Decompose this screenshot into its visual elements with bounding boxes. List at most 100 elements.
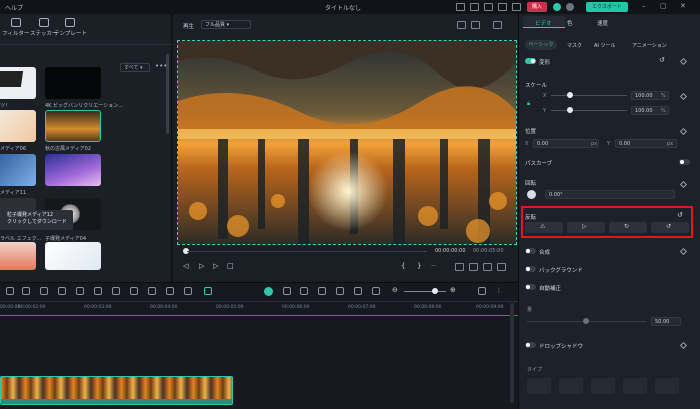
template-tool[interactable]: テンプレート: [54, 18, 87, 37]
layout-icon[interactable]: [484, 3, 493, 11]
ai-icon[interactable]: [184, 287, 192, 295]
zoom-slider[interactable]: [404, 291, 446, 292]
captions-icon[interactable]: [354, 287, 362, 295]
audio-icon[interactable]: [148, 287, 156, 295]
scale-y-slider[interactable]: [551, 110, 627, 111]
record-icon[interactable]: [283, 287, 291, 295]
link-icon[interactable]: [204, 287, 212, 295]
split-icon[interactable]: [76, 287, 84, 295]
rotate-field[interactable]: 0.00°: [545, 190, 675, 199]
ai-credit-icon[interactable]: [553, 3, 561, 11]
play-icon[interactable]: ▷: [213, 262, 218, 270]
tab-speed[interactable]: 速度: [597, 19, 608, 27]
sort-dropdown[interactable]: すべて ▾: [120, 63, 150, 72]
color-icon[interactable]: [130, 287, 138, 295]
stop-icon[interactable]: □: [227, 262, 234, 270]
pos-x-field[interactable]: 0.00: [533, 139, 599, 148]
subtab-animation[interactable]: アニメーション: [632, 42, 667, 49]
shadow-type-1[interactable]: [527, 378, 551, 394]
ratio-icon[interactable]: [471, 21, 480, 29]
speed-icon[interactable]: [112, 287, 120, 295]
reset-transform-icon[interactable]: ↺: [659, 56, 665, 64]
shadow-type-3[interactable]: [591, 378, 615, 394]
mic-icon[interactable]: [318, 287, 326, 295]
upload-icon[interactable]: [456, 3, 465, 11]
fullscreen-icon[interactable]: [498, 3, 507, 11]
media-thumb-10[interactable]: [45, 242, 101, 270]
media-thumb-3[interactable]: [0, 110, 36, 142]
close-icon[interactable]: ✕: [680, 2, 686, 10]
amount-knob[interactable]: [583, 318, 589, 324]
drop-shadow-toggle[interactable]: [525, 342, 536, 348]
shield-icon[interactable]: [300, 287, 308, 295]
keyframe-scale-icon[interactable]: [679, 92, 688, 101]
zoom-in-icon[interactable]: ⊕: [450, 286, 456, 294]
media-thumb-4[interactable]: [45, 110, 101, 142]
scale-y-knob[interactable]: [567, 107, 573, 113]
fullscreen-preview-icon[interactable]: [497, 263, 506, 271]
audio-track-icon[interactable]: [336, 287, 344, 295]
rotate-dial[interactable]: [527, 190, 536, 199]
lock-icon[interactable]: 🔒︎: [527, 100, 530, 108]
mark-in-icon[interactable]: {: [401, 262, 405, 270]
rotate-ccw-button[interactable]: ↺: [651, 222, 689, 233]
camera-icon[interactable]: [455, 263, 464, 271]
text-icon[interactable]: [166, 287, 174, 295]
flip-vertical-button[interactable]: ⚠︎: [525, 222, 563, 233]
layout-grid-icon[interactable]: [6, 287, 14, 295]
expand-icon[interactable]: [483, 263, 492, 271]
video-preview[interactable]: [177, 40, 517, 245]
subtab-basic[interactable]: ベーシック: [525, 40, 557, 50]
maximize-icon[interactable]: ▢: [660, 2, 667, 10]
zoom-out-icon[interactable]: ⊖: [392, 286, 398, 294]
mark-out-icon[interactable]: }: [417, 262, 421, 270]
buy-button[interactable]: 購入: [527, 2, 547, 12]
scale-x-knob[interactable]: [567, 92, 573, 98]
shadow-type-4[interactable]: [623, 378, 647, 394]
crop-icon[interactable]: [94, 287, 102, 295]
auto-enhance-toggle[interactable]: [525, 284, 536, 290]
rotate-cw-button[interactable]: ↻: [609, 222, 647, 233]
tab-video[interactable]: ビデオ: [523, 16, 565, 28]
flip-horizontal-button[interactable]: ▷: [567, 222, 605, 233]
quality-dropdown[interactable]: フル品質 ▾: [201, 20, 251, 29]
scale-x-slider[interactable]: [551, 95, 627, 96]
video-clip[interactable]: [0, 376, 233, 405]
keyframe-composite-icon[interactable]: [679, 247, 688, 256]
zoom-knob[interactable]: [432, 288, 438, 294]
snapshot-icon[interactable]: [457, 21, 466, 29]
subtab-ai-tools[interactable]: AI ツール: [594, 42, 616, 49]
subtab-mask[interactable]: マスク: [567, 42, 582, 49]
tab-color[interactable]: 色: [567, 19, 573, 27]
media-thumb-9[interactable]: [0, 242, 36, 270]
amount-field[interactable]: 50.00: [651, 317, 681, 326]
export-button[interactable]: エクスポート: [586, 2, 628, 12]
pascope-toggle[interactable]: [679, 159, 690, 165]
playhead-line[interactable]: [0, 315, 518, 316]
delete-icon[interactable]: [58, 287, 66, 295]
redo-icon[interactable]: [40, 287, 48, 295]
step-back-icon[interactable]: ▷: [199, 262, 204, 270]
background-toggle[interactable]: [525, 266, 536, 272]
keyframe-shadow-icon[interactable]: [679, 341, 688, 350]
filter-tool[interactable]: フィルター: [2, 18, 29, 37]
timeline-scrollbar[interactable]: [510, 303, 514, 403]
media-thumb-2[interactable]: [45, 67, 101, 99]
media-thumb-1[interactable]: [0, 67, 36, 99]
multicam-icon[interactable]: [372, 287, 380, 295]
keyframe-rotate-icon[interactable]: [679, 180, 688, 189]
save-icon[interactable]: [470, 3, 479, 11]
image-icon[interactable]: [493, 21, 502, 29]
avatar[interactable]: [566, 3, 574, 11]
grid-view-icon[interactable]: [478, 287, 486, 295]
menu-help[interactable]: ヘルプ: [5, 3, 23, 12]
gift-icon[interactable]: [512, 3, 521, 11]
shadow-type-2[interactable]: [559, 378, 583, 394]
media-scrollbar[interactable]: [166, 54, 169, 134]
preview-progress[interactable]: [187, 251, 427, 252]
snap-icon[interactable]: —: [431, 263, 436, 269]
prev-frame-icon[interactable]: ◁: [183, 262, 188, 270]
media-thumb-6[interactable]: [45, 154, 101, 186]
composite-toggle[interactable]: [525, 248, 536, 254]
volume-icon[interactable]: [469, 263, 478, 271]
